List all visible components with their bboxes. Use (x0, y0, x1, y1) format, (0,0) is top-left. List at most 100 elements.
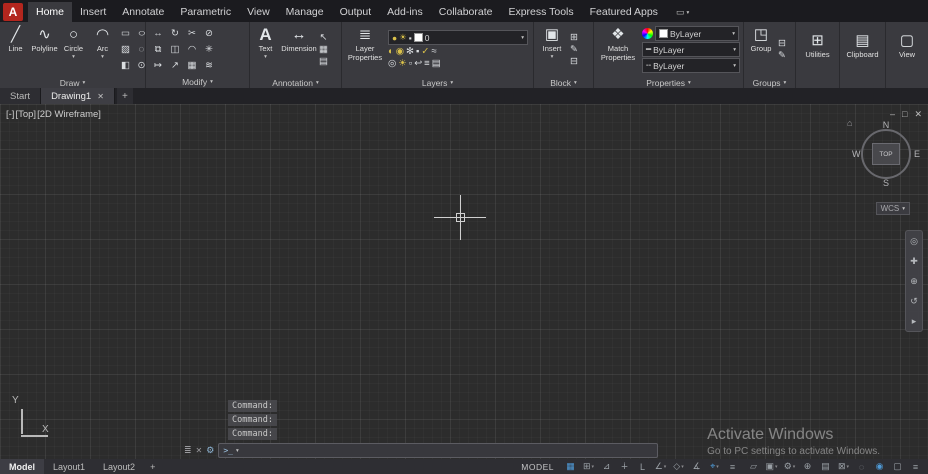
menu-tab-express-tools[interactable]: Express Tools (500, 2, 581, 22)
menu-tab-annotate[interactable]: Annotate (114, 2, 172, 22)
lineweight-dropdown[interactable]: ━ ByLayer ▾ (642, 42, 740, 57)
viewcube-south[interactable]: S (883, 178, 889, 188)
isolate-objects-icon[interactable]: ◌ (853, 462, 870, 472)
ortho-mode-icon[interactable]: L (634, 462, 651, 472)
layer-thaw-button[interactable]: ☀ (398, 58, 407, 69)
object-color-dropdown[interactable]: ByLayer ▾ (655, 26, 739, 41)
viewport-view-control[interactable]: [Top] (15, 109, 36, 120)
polyline-button[interactable]: ∿ Polyline (31, 23, 58, 76)
layer-walk-button[interactable]: ≡ (424, 58, 430, 69)
menu-tab-featured-apps[interactable]: Featured Apps (582, 2, 666, 22)
graphics-performance-icon[interactable]: ◉ (871, 461, 888, 472)
viewport-minimize-icon[interactable]: – (890, 109, 895, 120)
rotate-button[interactable]: ↻ (167, 26, 183, 41)
viewcube[interactable]: ⌂ N S W E TOP (854, 122, 918, 186)
lock-ui-icon[interactable]: ⊠▾ (835, 461, 852, 472)
viewport-visual-style-control[interactable]: [2D Wireframe] (37, 109, 101, 120)
command-grip-icon[interactable]: ≣ (184, 445, 192, 456)
table-button[interactable]: ▦ (319, 44, 328, 55)
file-tab-drawing1[interactable]: Drawing1 ✕ (41, 88, 115, 104)
block-edit-button[interactable]: ✎ (570, 44, 578, 55)
viewport-restore-icon[interactable]: □ (902, 109, 907, 120)
offset-button[interactable]: ≋ (201, 58, 217, 73)
snap-mode-icon[interactable]: ⊞▾ (580, 461, 597, 472)
block-panel-label[interactable]: Block ▾ (534, 77, 593, 88)
viewcube-north[interactable]: N (883, 120, 890, 130)
menu-tab-output[interactable]: Output (332, 2, 380, 22)
orbit-icon[interactable]: ↺ (910, 296, 918, 306)
layer-previous-button[interactable]: ↩ (414, 58, 422, 69)
layer-unisolate-button[interactable]: ◎ (388, 58, 396, 69)
viewport-close-icon[interactable]: ✕ (914, 109, 922, 120)
fillet-button[interactable]: ◠ (184, 42, 200, 57)
block-attributes-button[interactable]: ⊟ (570, 56, 578, 67)
arc-button[interactable]: ◠ Arc ▾ (89, 23, 116, 76)
navigation-wheel-icon[interactable]: ◎ (910, 236, 918, 246)
ungroup-button[interactable]: ⊟ (778, 38, 786, 49)
layer-lock-button[interactable]: ▪ (416, 46, 419, 57)
scale-button[interactable]: ↗ (167, 58, 183, 73)
zoom-icon[interactable]: ⊕ (910, 276, 918, 286)
command-close-icon[interactable]: ✕ (196, 446, 203, 455)
layers-panel-label[interactable]: Layers ▾ (342, 77, 533, 88)
match-properties-button[interactable]: ❖ Match Properties (596, 23, 640, 76)
layer-unlock-button[interactable]: ▫ (409, 58, 412, 69)
layer-isolate-button[interactable]: ◉ (396, 46, 404, 57)
layer-make-current-button[interactable]: ✓ (421, 46, 429, 57)
transparency-display-icon[interactable]: ▱ (745, 461, 762, 472)
ribbon-display-toggle[interactable]: ▭ ▾ (672, 3, 693, 22)
group-button[interactable]: ◳ Group (746, 23, 776, 76)
multileader-button[interactable]: ↖ (319, 32, 328, 43)
layout2-tab[interactable]: Layout2 (94, 459, 144, 474)
explode-button[interactable]: ✳ (201, 42, 217, 57)
wcs-dropdown[interactable]: WCS ▾ (876, 202, 910, 215)
quick-properties-icon[interactable]: ▤ (817, 461, 834, 472)
command-customize-icon[interactable]: ⚙ (206, 445, 214, 456)
line-button[interactable]: ╱ Line (2, 23, 29, 76)
autocad-logo-icon[interactable]: A (3, 3, 23, 21)
clean-screen-icon[interactable]: ▢ (889, 461, 906, 472)
circle-button[interactable]: ○ Circle ▾ (60, 23, 87, 76)
new-drawing-tab-button[interactable]: + (117, 88, 133, 104)
model-tab[interactable]: Model (0, 459, 44, 474)
model-space-label[interactable]: MODEL (521, 462, 554, 472)
workspace-switching-icon[interactable]: ⚙▾ (781, 461, 798, 472)
utilities-panel-button[interactable]: ⊞ Utilities (797, 29, 839, 82)
layer-states-button[interactable]: ▤ (432, 58, 441, 69)
infer-constraints-icon[interactable]: ⊿ (598, 461, 615, 472)
layer-dropdown[interactable]: ● ☀ ▪ 0 ▾ (388, 30, 528, 45)
isometric-drafting-icon[interactable]: ◇▾ (670, 461, 687, 472)
annotation-monitor-icon[interactable]: ⊕ (799, 461, 816, 472)
clipboard-panel-button[interactable]: ▤ Clipboard (841, 29, 885, 82)
stretch-button[interactable]: ↦ (150, 58, 166, 73)
layer-freeze-button[interactable]: ✻ (406, 46, 414, 57)
rectangle-button[interactable]: ▭ (118, 26, 133, 41)
drawing-viewport[interactable]: [-] [Top] [2D Wireframe] – □ ✕ ⌂ N S W E… (0, 104, 928, 459)
groups-panel-label[interactable]: Groups ▾ (744, 77, 795, 88)
menu-tab-insert[interactable]: Insert (72, 2, 114, 22)
view-panel-button[interactable]: ▢ View (887, 29, 927, 82)
hatch-button[interactable]: ▨ (118, 42, 133, 57)
array-button[interactable]: ▦ (184, 58, 200, 73)
viewcube-top-face[interactable]: TOP (872, 143, 900, 165)
command-input-field[interactable]: >_ ▾ (218, 443, 658, 458)
viewport-menu-control[interactable]: [-] (6, 109, 14, 120)
pan-icon[interactable]: ✚ (910, 256, 918, 266)
annotation-panel-label[interactable]: Annotation ▾ (250, 77, 341, 88)
menu-tab-view[interactable]: View (239, 2, 278, 22)
layout1-tab[interactable]: Layout1 (44, 459, 94, 474)
block-create-button[interactable]: ⊞ (570, 32, 578, 43)
menu-tab-add-ins[interactable]: Add-ins (379, 2, 431, 22)
viewcube-west[interactable]: W (852, 149, 861, 159)
showmotion-icon[interactable]: ▸ (912, 316, 917, 326)
linetype-dropdown[interactable]: ╌ ByLayer ▾ (642, 58, 740, 73)
group-edit-button[interactable]: ✎ (778, 50, 786, 61)
dynamic-input-icon[interactable]: ∔ (616, 461, 633, 472)
dimension-button[interactable]: ↔ Dimension (281, 23, 317, 76)
command-input[interactable] (242, 444, 653, 457)
text-button[interactable]: A Text ▾ (252, 23, 279, 76)
object-snap-tracking-icon[interactable]: ∡ (688, 461, 705, 472)
layer-properties-button[interactable]: ≣ Layer Properties (344, 23, 386, 76)
erase-button[interactable]: ⊘ (201, 26, 217, 41)
file-tab-start[interactable]: Start (0, 88, 41, 104)
